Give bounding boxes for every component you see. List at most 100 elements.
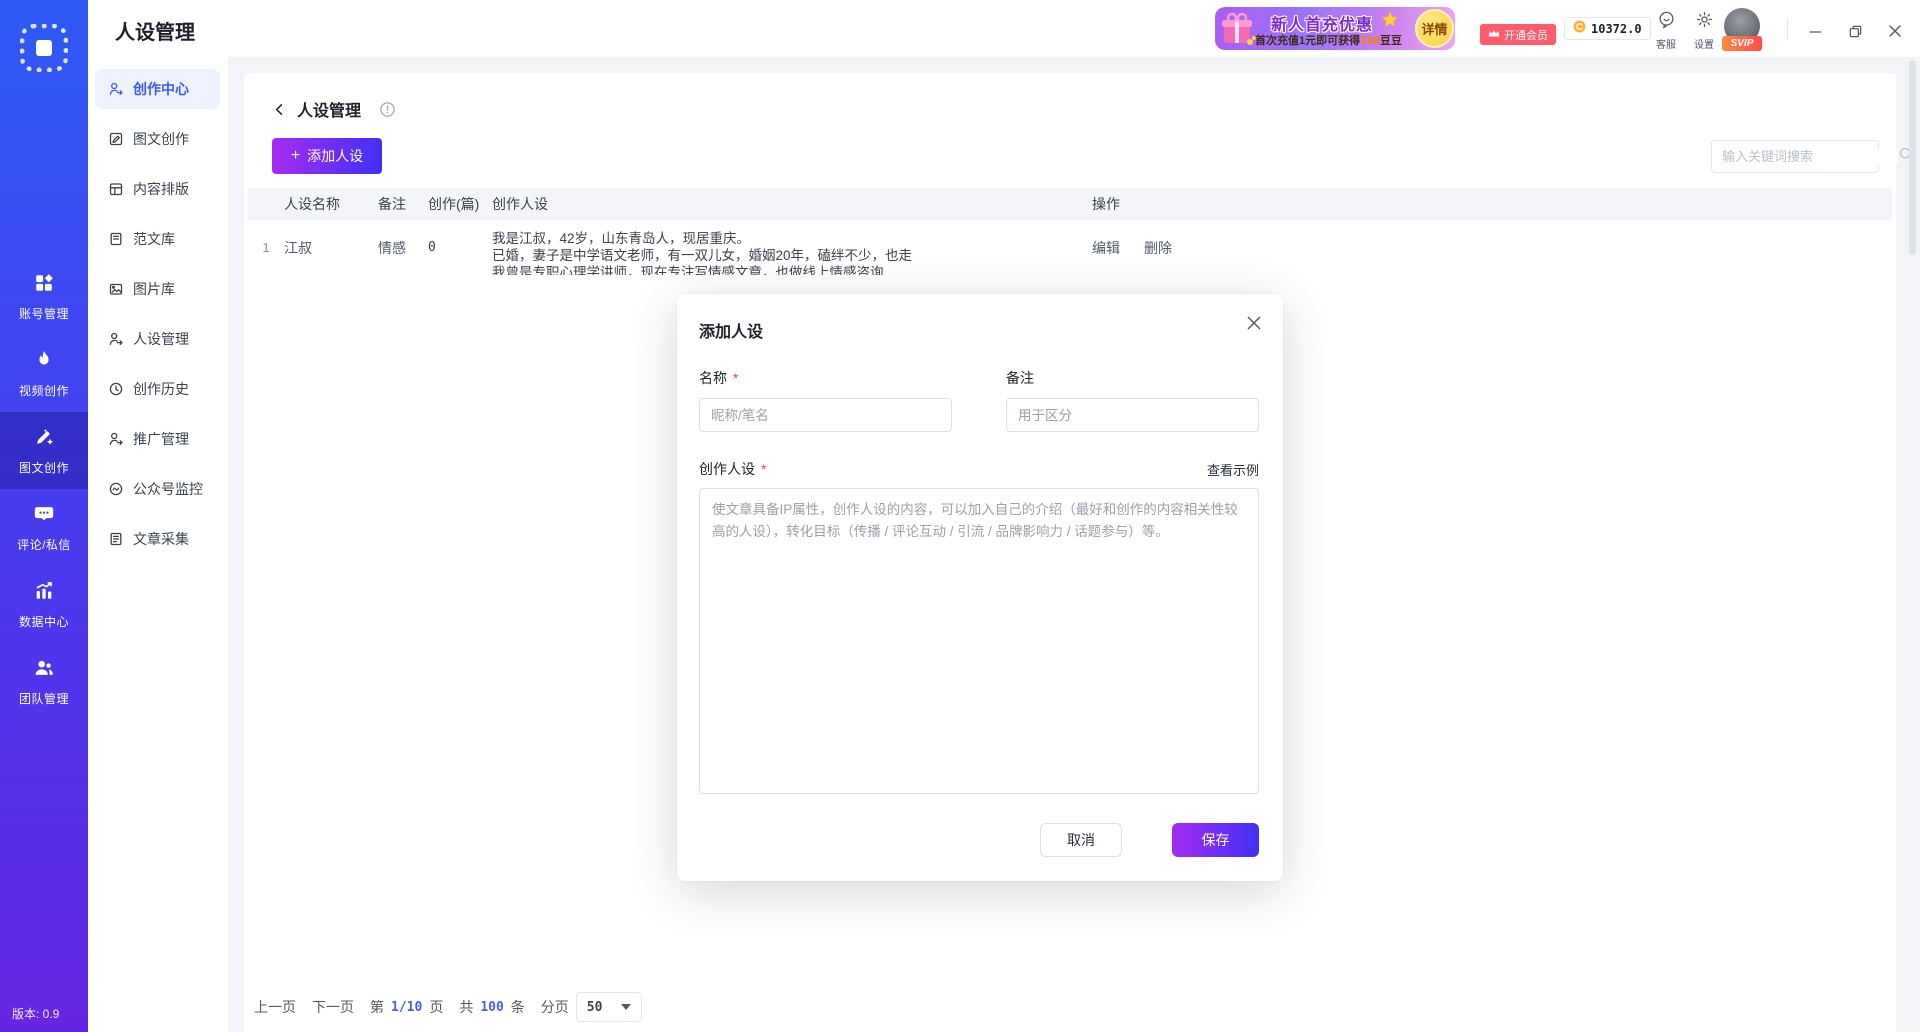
- flame-icon: [33, 349, 55, 376]
- sidebar-item-article-collection[interactable]: 文章采集: [95, 519, 220, 559]
- book-icon: [108, 231, 124, 247]
- gift-icon: [1219, 11, 1257, 52]
- layout-icon: [108, 181, 124, 197]
- primary-rail: 账号管理 视频创作 图文创作 评论/私信 数据中心: [0, 0, 88, 1032]
- persona-label: 创作人设: [699, 461, 755, 477]
- search-input[interactable]: [1722, 149, 1898, 164]
- name-input[interactable]: [699, 398, 952, 432]
- clock-icon: [108, 381, 124, 397]
- back-button[interactable]: [272, 102, 287, 117]
- rail-item-label: 图文创作: [19, 459, 69, 476]
- rail-item-video[interactable]: 视频创作: [0, 335, 88, 412]
- sidebar-item-promotion[interactable]: 推广管理: [95, 419, 220, 459]
- persona-table: 人设名称 备注 创作(篇) 创作人设 操作 1 江叔 情感 0 我是江叔，42岁…: [248, 188, 1892, 275]
- header-count: 创作(篇): [428, 194, 492, 214]
- app-logo: [20, 24, 68, 72]
- chevron-down-icon: [621, 1004, 631, 1010]
- page-indicator: 第 1/10 页: [370, 997, 443, 1017]
- scrollbar-thumb[interactable]: [1909, 60, 1916, 255]
- secondary-sidebar: 创作中心 图文创作 内容排版 范文库 图片库 人设管理 创作历史 推广管理 公众…: [88, 57, 228, 1032]
- row-note: 情感: [378, 220, 428, 275]
- page-value: 1/10: [391, 1000, 422, 1015]
- sidebar-item-image-library[interactable]: 图片库: [95, 269, 220, 309]
- pagination: 上一页 下一页 第 1/10 页 共 100 条 分页 50: [254, 992, 642, 1022]
- sidebar-item-persona-management[interactable]: 人设管理: [95, 319, 220, 359]
- user-arrow-icon: [108, 431, 124, 447]
- search-box: [1711, 140, 1879, 173]
- banner-subline: 首次充值1元即可获得100豆豆: [1255, 32, 1402, 48]
- note-field-group: 备注: [1006, 368, 1259, 432]
- header-persona: 创作人设: [492, 194, 1092, 214]
- support-button[interactable]: 客服: [1647, 10, 1685, 51]
- sidebar-item-creation-center[interactable]: 创作中心: [95, 69, 220, 109]
- required-mark: *: [761, 461, 766, 477]
- rail-item-label: 团队管理: [19, 690, 69, 707]
- rail-item-account[interactable]: 账号管理: [0, 258, 88, 335]
- settings-button[interactable]: 设置: [1685, 10, 1723, 51]
- header-divider: [1787, 18, 1788, 40]
- rail-item-label: 评论/私信: [17, 536, 71, 553]
- delete-link[interactable]: 删除: [1144, 238, 1172, 258]
- user-avatar[interactable]: SVIP: [1722, 8, 1762, 44]
- rail-item-article[interactable]: 图文创作: [0, 412, 88, 489]
- persona-textarea[interactable]: [699, 488, 1259, 794]
- edit-link[interactable]: 编辑: [1092, 238, 1120, 258]
- header-note: 备注: [378, 194, 428, 214]
- next-page-button[interactable]: 下一页: [312, 997, 354, 1017]
- breadcrumb-title: 人设管理: [297, 97, 361, 121]
- view-example-link[interactable]: 查看示例: [1207, 460, 1259, 479]
- window-maximize-button[interactable]: [1844, 20, 1866, 42]
- header-name: 人设名称: [284, 194, 378, 214]
- modal-field-row: 名称 * 备注: [699, 368, 1259, 432]
- add-persona-modal: 添加人设 名称* 备注 创作人设* 查看示例 取消 保存: [677, 294, 1283, 881]
- add-persona-button[interactable]: + 添加人设: [272, 138, 382, 174]
- table-header-row: 人设名称 备注 创作(篇) 创作人设 操作: [248, 188, 1892, 220]
- rail-item-comments[interactable]: 评论/私信: [0, 489, 88, 566]
- pen-icon: [33, 426, 55, 453]
- promo-banner[interactable]: 新人首充优惠 首次充值1元即可获得100豆豆 详情: [1215, 7, 1455, 50]
- page-size: 分页 50: [541, 992, 642, 1022]
- close-icon[interactable]: [1245, 314, 1263, 332]
- rail-item-team[interactable]: 团队管理: [0, 643, 88, 720]
- modal-actions: 取消 保存: [699, 823, 1259, 857]
- sidebar-item-article-creation[interactable]: 图文创作: [95, 119, 220, 159]
- note-input[interactable]: [1006, 398, 1259, 432]
- window-minimize-button[interactable]: [1804, 20, 1826, 42]
- info-icon[interactable]: [379, 101, 396, 118]
- row-name: 江叔: [284, 220, 378, 275]
- total-indicator: 共 100 条: [459, 997, 524, 1017]
- crown-icon: [1488, 29, 1500, 41]
- breadcrumb: 人设管理: [272, 73, 1868, 121]
- row-count: 0: [428, 220, 492, 275]
- header-actions: 操作: [1092, 194, 1222, 214]
- app-version: 版本: 0.9: [12, 1005, 59, 1022]
- page-title: 人设管理: [115, 16, 195, 45]
- user-arrow-icon: [108, 81, 124, 97]
- open-vip-button[interactable]: 开通会员: [1480, 24, 1556, 45]
- coin-balance[interactable]: 10372.0: [1564, 17, 1651, 40]
- row-persona: 我是江叔，42岁，山东青岛人，现居重庆。 已婚，妻子是中学语文老师，有一双儿女，…: [492, 220, 1092, 275]
- rail-item-data[interactable]: 数据中心: [0, 566, 88, 643]
- coin-icon: [1573, 20, 1586, 38]
- sidebar-item-creation-history[interactable]: 创作历史: [95, 369, 220, 409]
- save-button[interactable]: 保存: [1172, 823, 1259, 857]
- team-icon: [33, 657, 55, 684]
- monitor-icon: [108, 481, 124, 497]
- sidebar-item-content-layout[interactable]: 内容排版: [95, 169, 220, 209]
- user-arrow-icon: [108, 331, 124, 347]
- page-size-select[interactable]: 50: [576, 992, 642, 1022]
- window-close-button[interactable]: [1884, 20, 1906, 42]
- row-actions: 编辑 删除: [1092, 220, 1222, 275]
- cancel-button[interactable]: 取消: [1040, 823, 1122, 857]
- grid-icon: [33, 272, 55, 299]
- sidebar-item-official-account-monitor[interactable]: 公众号监控: [95, 469, 220, 509]
- rail-item-label: 数据中心: [19, 613, 69, 630]
- prev-page-button[interactable]: 上一页: [254, 997, 296, 1017]
- banner-detail-button[interactable]: 详情: [1415, 9, 1454, 48]
- name-field-group: 名称 *: [699, 368, 952, 432]
- sidebar-item-sample-library[interactable]: 范文库: [95, 219, 220, 259]
- coin-value: 10372.0: [1591, 22, 1642, 36]
- name-label: 名称: [699, 370, 727, 386]
- required-mark: *: [733, 370, 738, 386]
- star-icon: [1381, 11, 1399, 34]
